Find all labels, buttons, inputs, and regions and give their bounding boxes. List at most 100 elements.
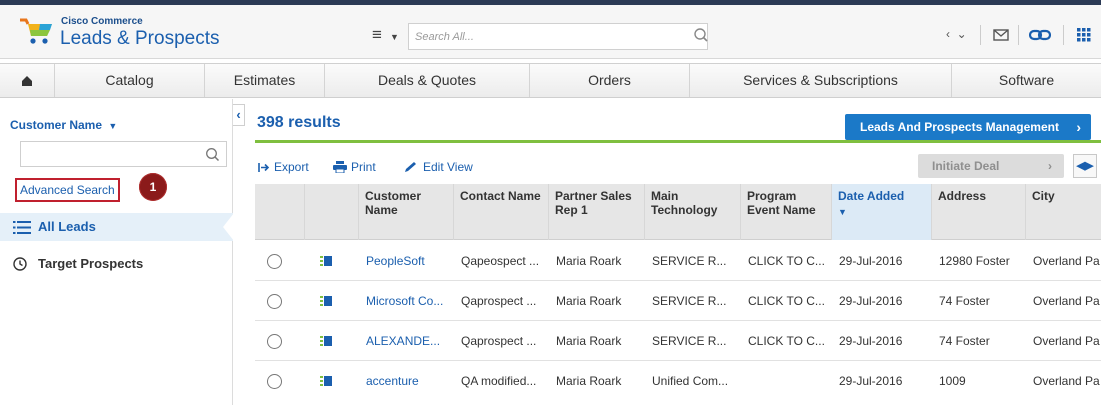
app-header: Cisco Commerce Leads & Prospects ≡ ▼ ‹ ⌄ [0, 5, 1101, 59]
cell-main-technology: SERVICE R... [652, 254, 727, 268]
cell-customer-name[interactable]: PeopleSoft [362, 241, 454, 281]
edit-view-button[interactable]: Edit View [403, 160, 473, 174]
nav-orders[interactable]: Orders [530, 64, 690, 97]
cell-date-added: 29-Jul-2016 [839, 294, 903, 308]
cell-program-event-name [744, 361, 832, 401]
clock-icon [13, 257, 27, 271]
search-icon[interactable] [205, 147, 220, 163]
column-header-program-event-name[interactable]: Program Event Name [741, 184, 832, 240]
cell-customer-name[interactable]: Microsoft Co... [362, 281, 454, 321]
cart-logo-icon [20, 18, 52, 44]
row-select-radio[interactable] [267, 254, 282, 269]
cell-city: Overland Pa [1033, 334, 1100, 348]
lead-detail-icon[interactable] [320, 335, 332, 347]
app-title[interactable]: Leads & Prospects [60, 28, 219, 50]
chevron-right-icon: › [1048, 159, 1052, 173]
cell-customer-name[interactable]: ALEXANDE... [362, 321, 454, 361]
cell-city: Overland Pa [1033, 374, 1100, 388]
apps-grid-icon[interactable] [1074, 25, 1094, 45]
menu-caret-icon[interactable]: ▼ [390, 32, 399, 42]
sort-desc-icon: ▼ [838, 207, 847, 217]
cell-date-added: 29-Jul-2016 [839, 374, 903, 388]
table-header: Customer Name Contact Name Partner Sales… [255, 184, 1101, 240]
cell-date-added: 29-Jul-2016 [839, 254, 903, 268]
step-badge: 1 [139, 173, 167, 201]
cell-contact-name: Qapeospect ... [461, 254, 540, 268]
dropdown-caret-icon[interactable]: ▼ [108, 121, 117, 131]
link-icon[interactable] [1027, 25, 1053, 45]
cell-contact-name: Qaprospect ... [461, 294, 537, 308]
sidebar-item-target-prospects[interactable]: Target Prospects [38, 256, 143, 271]
customer-name-field[interactable] [25, 143, 205, 165]
results-divider [255, 140, 1101, 143]
cell-date-added: 29-Jul-2016 [839, 334, 903, 348]
advanced-search-link[interactable]: Advanced Search [15, 178, 120, 202]
cell-address: 12980 Foster [939, 254, 1010, 268]
column-header-city[interactable]: City [1026, 184, 1101, 240]
column-header-address[interactable]: Address [932, 184, 1026, 240]
row-select-radio[interactable] [267, 294, 282, 309]
search-input[interactable] [415, 28, 675, 46]
cell-customer-name[interactable]: accenture [362, 361, 454, 401]
edit-view-label: Edit View [423, 160, 473, 174]
column-header-partner-sales-rep[interactable]: Partner Sales Rep 1 [549, 184, 645, 240]
lead-detail-icon[interactable] [320, 295, 332, 307]
column-header-label: Date Added [838, 189, 905, 203]
table-row[interactable]: accenture QA modified... Maria Roark Uni… [255, 361, 1101, 401]
cell-address: 74 Foster [939, 334, 990, 348]
search-icon[interactable] [693, 27, 709, 45]
cell-program-event-name: CLICK TO C... [748, 334, 825, 348]
cell-program-event-name: CLICK TO C... [748, 254, 825, 268]
column-resize-icon[interactable]: ◀▶ [1073, 154, 1097, 178]
table-row[interactable]: ALEXANDE... Qaprospect ... Maria Roark S… [255, 321, 1101, 361]
collapse-sidebar-chevron-icon[interactable]: ‹ [233, 104, 245, 126]
results-count: 398 results [257, 114, 341, 131]
chevron-right-icon: › [1076, 119, 1081, 135]
cell-partner-sales-rep: Maria Roark [556, 334, 622, 348]
lead-detail-icon[interactable] [320, 375, 332, 387]
cell-contact-name: QA modified... [461, 374, 537, 388]
filter-sidebar: Customer Name ▼ Advanced Search 1 All Le… [0, 99, 234, 405]
leads-prospects-management-button[interactable]: Leads And Prospects Management › [845, 114, 1091, 140]
table-row[interactable]: PeopleSoft Qapeospect ... Maria Roark SE… [255, 241, 1101, 281]
export-button[interactable]: Export [258, 160, 309, 174]
cell-city: Overland Pa [1033, 294, 1100, 308]
global-search[interactable] [408, 23, 708, 50]
initiate-deal-button[interactable]: Initiate Deal › [918, 154, 1064, 178]
print-button[interactable]: Print [333, 160, 376, 174]
row-select-radio[interactable] [267, 334, 282, 349]
column-header-contact-name[interactable]: Contact Name [454, 184, 549, 240]
customer-name-filter[interactable]: Customer Name ▼ [10, 118, 117, 132]
cell-partner-sales-rep: Maria Roark [556, 254, 622, 268]
customer-name-input[interactable] [20, 141, 227, 167]
print-label: Print [351, 160, 376, 174]
user-caret-icon[interactable]: ‹ ⌄ [946, 27, 967, 41]
column-header-date-added[interactable]: Date Added ▼ [832, 184, 932, 240]
column-header-main-technology[interactable]: Main Technology [645, 184, 741, 240]
nav-catalog[interactable]: Catalog [55, 64, 205, 97]
column-header-customer-name[interactable]: Customer Name [359, 184, 454, 240]
cell-main-technology: SERVICE R... [652, 334, 727, 348]
button-label: Leads And Prospects Management [860, 120, 1059, 134]
nav-services-subscriptions[interactable]: Services & Subscriptions [690, 64, 952, 97]
row-select-radio[interactable] [267, 374, 282, 389]
nav-software[interactable]: Software [952, 64, 1101, 97]
header-divider [1018, 25, 1019, 45]
header-divider [1063, 25, 1064, 45]
column-select [255, 184, 305, 240]
main-nav: Catalog Estimates Deals & Quotes Orders … [0, 63, 1101, 98]
cell-main-technology: Unified Com... [652, 374, 729, 388]
cell-program-event-name: CLICK TO C... [748, 294, 825, 308]
lead-detail-icon[interactable] [320, 255, 332, 267]
mail-icon[interactable] [990, 25, 1012, 45]
nav-home[interactable] [0, 64, 55, 97]
cell-main-technology: SERVICE R... [652, 294, 727, 308]
nav-deals-quotes[interactable]: Deals & Quotes [325, 64, 530, 97]
cell-address: 1009 [939, 374, 966, 388]
brand-subtitle: Cisco Commerce [61, 16, 143, 27]
filter-title: Customer Name [10, 118, 103, 132]
sidebar-item-label: All Leads [38, 219, 96, 234]
table-row[interactable]: Microsoft Co... Qaprospect ... Maria Roa… [255, 281, 1101, 321]
sidebar-item-all-leads[interactable]: All Leads [0, 213, 233, 241]
nav-estimates[interactable]: Estimates [205, 64, 325, 97]
